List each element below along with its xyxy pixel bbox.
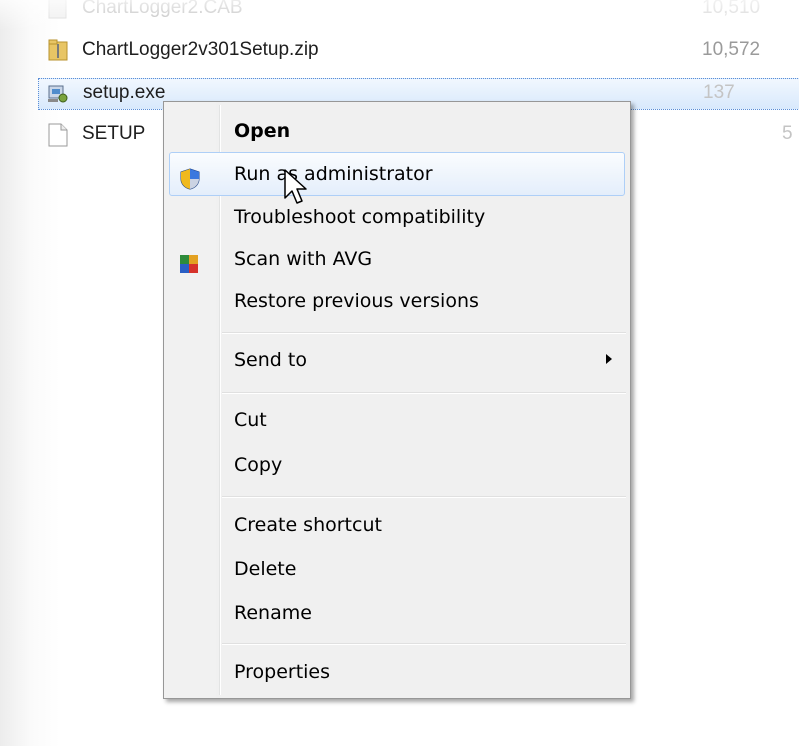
file-name: SETUP — [82, 123, 146, 144]
menu-item-scan-with-avg[interactable]: Scan with AVG — [166, 238, 628, 280]
menu-separator — [222, 496, 626, 498]
file-row-chartlogger-cab[interactable]: ChartLogger2.CAB 10,510 — [42, 0, 799, 22]
cabinet-file-icon — [48, 0, 68, 19]
menu-item-label: Copy — [234, 454, 283, 476]
menu-item-open[interactable]: Open — [166, 110, 628, 152]
menu-item-copy[interactable]: Copy — [166, 444, 628, 486]
menu-item-label: Cut — [234, 409, 267, 431]
menu-item-label: Properties — [234, 661, 331, 683]
menu-item-label: Troubleshoot compatibility — [234, 206, 486, 228]
menu-separator — [222, 392, 626, 394]
menu-item-create-shortcut[interactable]: Create shortcut — [166, 504, 628, 546]
avg-icon — [178, 248, 200, 273]
menu-item-label: Create shortcut — [234, 514, 382, 536]
menu-item-cut[interactable]: Cut — [166, 399, 628, 441]
file-size: 5 — [782, 123, 793, 144]
menu-item-label: Rename — [234, 602, 312, 624]
menu-item-delete[interactable]: Delete — [166, 548, 628, 590]
menu-item-run-as-administrator[interactable]: Run as administrator — [169, 152, 625, 196]
file-name: ChartLogger2.CAB — [82, 0, 243, 18]
file-name: ChartLogger2v301Setup.zip — [82, 39, 319, 60]
uac-shield-icon — [179, 163, 201, 190]
menu-item-troubleshoot-compatibility[interactable]: Troubleshoot compatibility — [166, 196, 628, 238]
menu-item-label: Run as administrator — [234, 163, 433, 185]
file-size: 10,510 — [702, 0, 761, 18]
mouse-cursor-icon — [283, 168, 309, 208]
menu-separator — [222, 332, 626, 334]
menu-item-send-to[interactable]: Send to — [166, 339, 628, 381]
zip-folder-icon — [48, 39, 68, 61]
menu-item-label: Restore previous versions — [234, 290, 479, 312]
menu-item-label: Send to — [234, 349, 307, 371]
context-menu: Open Run as administrator Troubleshoot c… — [163, 101, 631, 699]
menu-separator — [222, 643, 626, 645]
setup-exe-icon — [47, 82, 68, 104]
menu-item-label: Open — [234, 120, 291, 142]
menu-item-label: Delete — [234, 558, 297, 580]
document-icon — [48, 123, 68, 147]
file-size: 10,572 — [702, 39, 761, 60]
menu-item-properties[interactable]: Properties — [166, 651, 628, 693]
menu-item-label: Scan with AVG — [234, 248, 373, 270]
file-name: setup.exe — [83, 82, 166, 103]
file-size: 137 — [703, 82, 735, 103]
file-row-chartlogger-zip[interactable]: ChartLogger2v301Setup.zip 10,572 — [42, 36, 799, 64]
menu-item-restore-previous-versions[interactable]: Restore previous versions — [166, 280, 628, 322]
submenu-arrow-icon — [606, 354, 612, 364]
menu-item-rename[interactable]: Rename — [166, 592, 628, 634]
